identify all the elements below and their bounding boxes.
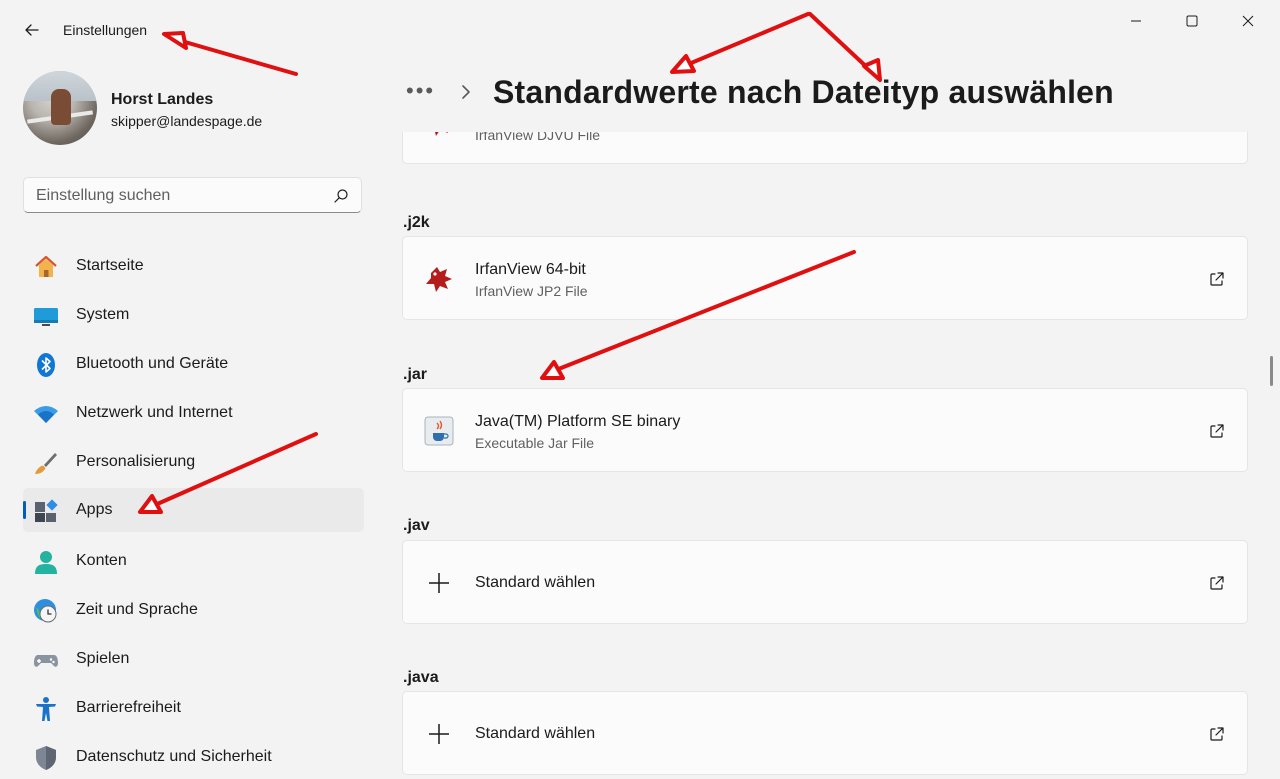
file-type-card-djvu[interactable]: IrfanView DJVU File <box>402 132 1248 164</box>
search-icon[interactable] <box>333 188 349 204</box>
app-description: IrfanView JP2 File <box>475 283 588 299</box>
sidebar-item-label: System <box>76 306 130 323</box>
brush-icon <box>33 450 59 476</box>
app-name: Java(TM) Platform SE binary <box>475 413 681 430</box>
open-external-icon[interactable] <box>1208 422 1226 440</box>
sidebar-item-apps[interactable]: Apps <box>23 488 364 532</box>
chevron-right-icon <box>462 85 470 99</box>
wifi-icon <box>33 401 59 427</box>
user-email: skipper@landespage.de <box>111 113 263 129</box>
choose-default-label: Standard wählen <box>475 574 596 591</box>
scrollbar-thumb[interactable] <box>1270 356 1273 386</box>
back-arrow-icon <box>25 24 39 36</box>
settings-window: Einstellungen Horst Landes skipper@lande… <box>0 0 1280 779</box>
irfanview-icon <box>421 132 457 141</box>
file-type-card-jar[interactable]: Java(TM) Platform SE binary Executable J… <box>402 388 1248 472</box>
app-title: Einstellungen <box>63 22 148 38</box>
sidebar-item-label: Personalisierung <box>76 453 196 470</box>
home-icon <box>33 254 59 280</box>
selection-indicator <box>23 501 26 519</box>
monitor-icon <box>33 303 59 329</box>
back-button[interactable] <box>18 16 46 44</box>
sidebar-item-label: Spielen <box>76 650 130 667</box>
page-title: Standardwerte nach Dateityp auswählen <box>493 74 1114 110</box>
maximize-icon <box>1186 15 1198 27</box>
search-box <box>23 177 362 213</box>
sidebar-item-system[interactable]: System <box>23 293 364 337</box>
file-ext-label: .jar <box>403 366 428 383</box>
open-external-icon[interactable] <box>1208 725 1226 743</box>
app-description: IrfanView DJVU File <box>475 132 601 143</box>
sidebar-item-barrierefreiheit[interactable]: Barrierefreiheit <box>23 686 364 730</box>
file-type-card-jav[interactable]: Standard wählen <box>402 540 1248 624</box>
sidebar-item-bluetooth[interactable]: Bluetooth und Geräte <box>23 342 364 386</box>
file-type-card-j2k[interactable]: IrfanView 64-bit IrfanView JP2 File <box>402 236 1248 320</box>
breadcrumb-overflow-button[interactable]: ••• <box>406 78 435 104</box>
sidebar-item-zeit[interactable]: Zeit und Sprache <box>23 588 364 632</box>
sidebar-item-label: Apps <box>76 501 113 518</box>
shield-icon <box>33 745 59 771</box>
accessibility-icon <box>33 696 59 722</box>
sidebar-item-personalisierung[interactable]: Personalisierung <box>23 440 364 484</box>
sidebar-item-datenschutz[interactable]: Datenschutz und Sicherheit <box>23 735 364 779</box>
sidebar-item-netzwerk[interactable]: Netzwerk und Internet <box>23 391 364 435</box>
search-input[interactable] <box>36 185 326 207</box>
sidebar-item-label: Barrierefreiheit <box>76 699 181 716</box>
choose-default-label: Standard wählen <box>475 725 596 742</box>
file-type-card-java[interactable]: Standard wählen <box>402 691 1248 775</box>
file-ext-label: .j2k <box>403 214 430 231</box>
minimize-button[interactable] <box>1113 6 1159 36</box>
plus-icon <box>421 716 457 752</box>
sidebar-item-startseite[interactable]: Startseite <box>23 244 364 288</box>
bluetooth-icon <box>33 352 59 378</box>
sidebar-item-label: Datenschutz und Sicherheit <box>76 748 272 765</box>
file-ext-label: .java <box>403 669 439 686</box>
clock-icon <box>33 598 59 624</box>
sidebar-item-konten[interactable]: Konten <box>23 539 364 583</box>
app-description: Executable Jar File <box>475 435 595 451</box>
app-name: IrfanView 64-bit <box>475 261 586 278</box>
sidebar-item-label: Netzwerk und Internet <box>76 404 233 421</box>
user-name: Horst Landes <box>111 91 214 108</box>
file-type-list[interactable]: IrfanView DJVU File .j2k IrfanView 64-bi… <box>385 132 1265 779</box>
close-button[interactable] <box>1225 6 1271 36</box>
file-ext-label: .jav <box>403 517 430 534</box>
sidebar-item-label: Zeit und Sprache <box>76 601 198 618</box>
plus-icon <box>421 565 457 601</box>
maximize-button[interactable] <box>1169 6 1215 36</box>
avatar[interactable] <box>23 71 97 145</box>
sidebar-item-label: Konten <box>76 552 127 569</box>
open-external-icon[interactable] <box>1208 574 1226 592</box>
open-external-icon[interactable] <box>1208 270 1226 288</box>
sidebar-item-label: Startseite <box>76 257 144 274</box>
sidebar-item-label: Bluetooth und Geräte <box>76 355 229 372</box>
close-icon <box>1242 15 1254 27</box>
person-icon <box>33 549 59 575</box>
java-icon <box>421 413 457 449</box>
irfanview-icon <box>421 261 457 297</box>
title-bar: Einstellungen <box>0 0 1280 62</box>
gamepad-icon <box>33 647 59 673</box>
apps-icon <box>33 498 59 524</box>
sidebar-item-spielen[interactable]: Spielen <box>23 637 364 681</box>
minimize-icon <box>1131 20 1141 22</box>
